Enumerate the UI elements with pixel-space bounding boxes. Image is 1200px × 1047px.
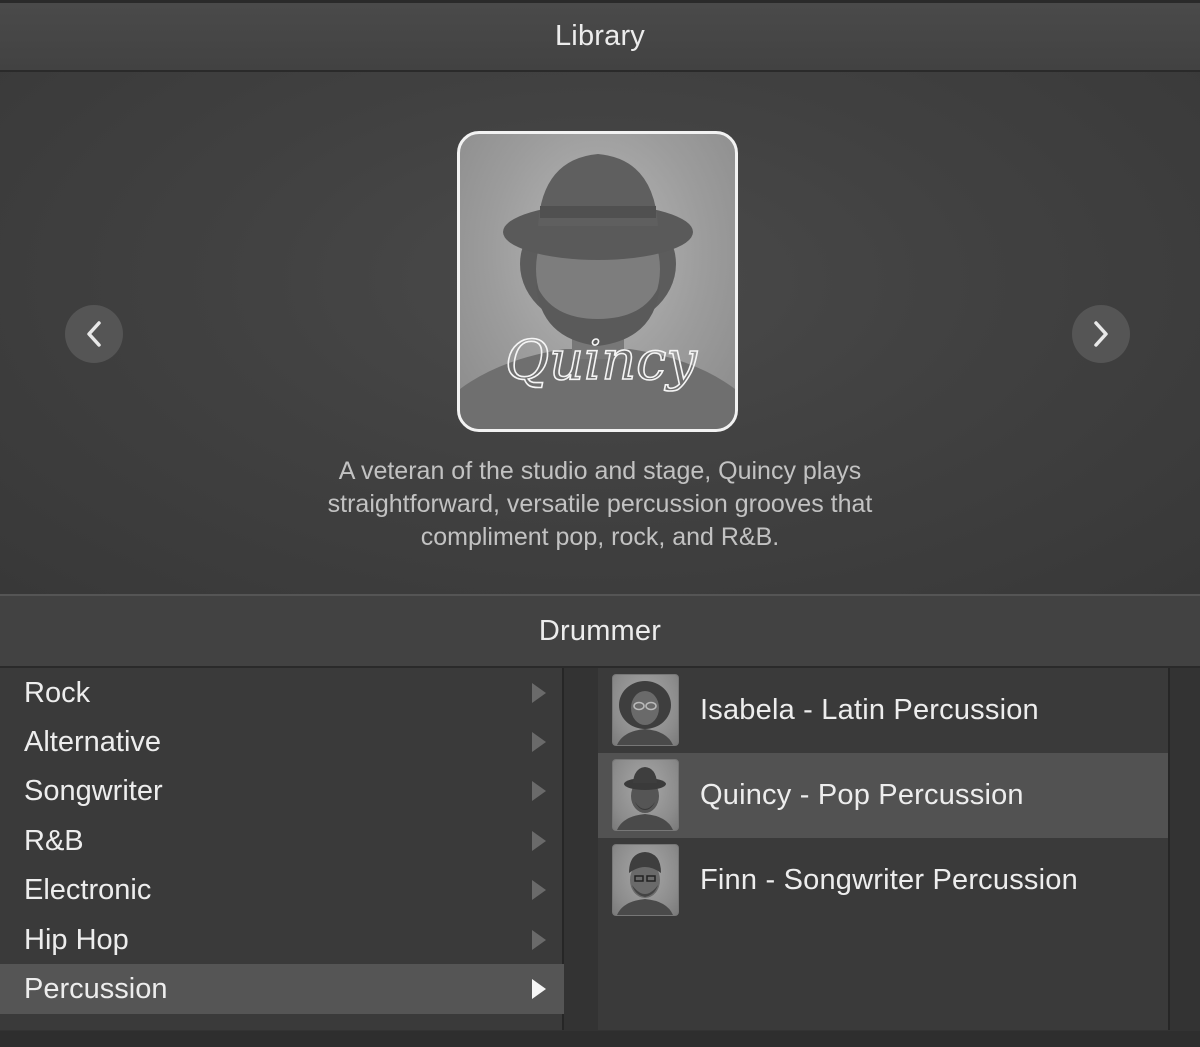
section-header: Drummer — [0, 594, 1200, 668]
drummer-hero: Quincy A veteran of the studio and stage… — [0, 72, 1200, 594]
genre-label: R&B — [24, 824, 84, 857]
chevron-right-icon — [1094, 321, 1108, 347]
drummer-item-quincy[interactable]: Quincy - Pop Percussion — [598, 753, 1168, 838]
drummer-browser: Rock Alternative Songwriter R&B Electron… — [0, 668, 1200, 1047]
next-drummer-button[interactable] — [1072, 305, 1130, 363]
window-title: Library — [554, 20, 646, 52]
disclosure-arrow-icon — [532, 930, 546, 950]
genre-label: Hip Hop — [24, 923, 129, 956]
drummer-description: A veteran of the studio and stage, Quinc… — [240, 455, 960, 554]
disclosure-arrow-icon — [532, 979, 546, 999]
drummer-label: Quincy - Pop Percussion — [700, 779, 1024, 811]
genre-label: Alternative — [24, 725, 162, 758]
drummer-item-finn[interactable]: Finn - Songwriter Percussion — [598, 838, 1168, 923]
genre-item-hip-hop[interactable]: Hip Hop — [0, 915, 564, 965]
genre-label: Electronic — [24, 873, 152, 906]
genre-item-songwriter[interactable]: Songwriter — [0, 766, 564, 816]
drummer-label: Finn - Songwriter Percussion — [700, 864, 1078, 896]
genre-item-alternative[interactable]: Alternative — [0, 717, 564, 767]
disclosure-arrow-icon — [532, 732, 546, 752]
window-titlebar: Library — [0, 0, 1200, 72]
genre-item-percussion[interactable]: Percussion — [0, 964, 564, 1014]
isabela-avatar — [612, 674, 679, 746]
disclosure-arrow-icon — [532, 831, 546, 851]
finn-avatar — [612, 844, 679, 916]
disclosure-arrow-icon — [532, 683, 546, 703]
previous-drummer-button[interactable] — [65, 305, 123, 363]
genre-label: Rock — [24, 676, 91, 709]
genre-label: Percussion — [24, 972, 168, 1005]
drummer-list: Isabela - Latin Percussion Quincy - Pop … — [598, 668, 1170, 1030]
drummer-label: Isabela - Latin Percussion — [700, 694, 1039, 726]
chevron-left-icon — [87, 321, 101, 347]
footer-strip — [0, 1031, 1200, 1047]
genre-list: Rock Alternative Songwriter R&B Electron… — [0, 668, 564, 1030]
description-line: compliment pop, rock, and R&B. — [420, 523, 780, 551]
genre-label: Songwriter — [24, 774, 163, 807]
description-line: A veteran of the studio and stage, Quinc… — [338, 457, 862, 485]
drummer-portrait: Quincy — [457, 131, 738, 432]
signature-text: Quincy — [505, 329, 698, 392]
genre-item-rnb[interactable]: R&B — [0, 816, 564, 866]
disclosure-arrow-icon — [532, 880, 546, 900]
section-title: Drummer — [538, 614, 662, 647]
genre-item-rock[interactable]: Rock — [0, 668, 564, 718]
description-line: straightforward, versatile percussion gr… — [327, 490, 873, 518]
disclosure-arrow-icon — [532, 781, 546, 801]
quincy-avatar — [612, 759, 679, 831]
genre-item-electronic[interactable]: Electronic — [0, 865, 564, 915]
drummer-silhouette-image: Quincy — [460, 154, 735, 429]
drummer-item-isabela[interactable]: Isabela - Latin Percussion — [598, 668, 1168, 753]
